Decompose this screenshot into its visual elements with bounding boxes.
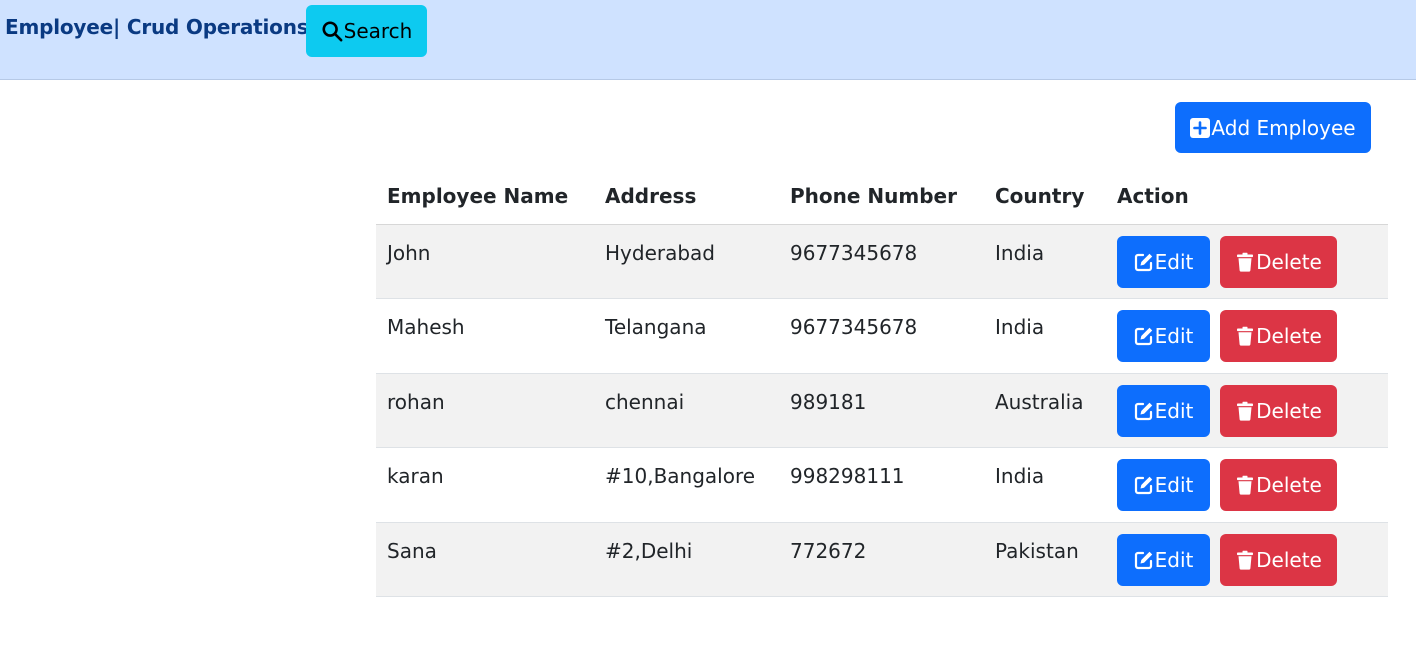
trash-icon <box>1237 252 1254 272</box>
delete-button-label: Delete <box>1256 324 1322 348</box>
cell-employee-name: rohan <box>376 373 594 448</box>
pencil-square-icon <box>1134 327 1152 346</box>
cell-action: Edit Delete <box>1106 373 1388 448</box>
table-row: rohan chennai 989181 Australia Edit Delete <box>376 373 1388 448</box>
cell-country: Pakistan <box>984 522 1106 597</box>
cell-country: India <box>984 224 1106 299</box>
table-body: John Hyderabad 9677345678 India Edit Delete Ma… <box>376 224 1388 597</box>
pencil-square-icon <box>1134 551 1152 569</box>
delete-button[interactable]: Delete <box>1220 235 1337 288</box>
edit-button[interactable]: Edit <box>1117 384 1210 437</box>
edit-button[interactable]: Edit <box>1117 533 1210 586</box>
cell-employee-name: Sana <box>376 522 594 597</box>
cell-action: Edit Delete <box>1106 298 1388 374</box>
cell-employee-name: John <box>376 224 594 299</box>
header-country: Country <box>984 168 1106 225</box>
delete-button[interactable]: Delete <box>1220 533 1337 586</box>
search-button[interactable]: Search <box>306 5 427 57</box>
delete-button[interactable]: Delete <box>1220 310 1337 362</box>
trash-icon <box>1237 401 1254 421</box>
delete-button-label: Delete <box>1256 249 1322 274</box>
cell-address: Hyderabad <box>594 224 779 299</box>
delete-button-label: Delete <box>1256 547 1322 572</box>
delete-button[interactable]: Delete <box>1220 384 1337 437</box>
cell-country: India <box>984 298 1106 374</box>
edit-button-label: Edit <box>1154 249 1194 274</box>
table-row: Sana #2,Delhi 772672 Pakistan Edit Delete <box>376 522 1388 597</box>
pencil-square-icon <box>1134 476 1152 495</box>
cell-phone-number: 998298111 <box>779 447 984 523</box>
cell-address: #2,Delhi <box>594 522 779 597</box>
header-action: Action <box>1106 168 1388 225</box>
cell-action: Edit Delete <box>1106 447 1388 523</box>
cell-employee-name: karan <box>376 447 594 523</box>
cell-action: Edit Delete <box>1106 224 1388 299</box>
header-address: Address <box>594 168 779 225</box>
employee-table: Employee Name Address Phone Number Count… <box>376 168 1388 597</box>
edit-button-label: Edit <box>1154 324 1194 348</box>
cell-address: #10,Bangalore <box>594 447 779 523</box>
trash-icon <box>1237 550 1254 570</box>
edit-button[interactable]: Edit <box>1117 459 1210 511</box>
plus-square-icon <box>1190 117 1211 138</box>
cell-action: Edit Delete <box>1106 522 1388 597</box>
cell-phone-number: 9677345678 <box>779 298 984 374</box>
search-icon <box>322 21 343 42</box>
add-employee-button[interactable]: Add Employee <box>1175 102 1371 153</box>
pencil-square-icon <box>1134 402 1152 420</box>
delete-button-label: Delete <box>1256 398 1322 423</box>
delete-button[interactable]: Delete <box>1220 459 1337 511</box>
edit-button-label: Edit <box>1154 547 1194 572</box>
app-brand[interactable]: Employee| Crud Operations <box>5 15 309 39</box>
navbar: Employee| Crud Operations Search <box>0 0 1416 80</box>
search-button-label: Search <box>343 19 413 43</box>
cell-employee-name: Mahesh <box>376 298 594 374</box>
table-header-row: Employee Name Address Phone Number Count… <box>376 168 1388 225</box>
header-phone-number: Phone Number <box>779 168 984 225</box>
cell-address: chennai <box>594 373 779 448</box>
cell-address: Telangana <box>594 298 779 374</box>
table-row: karan #10,Bangalore 998298111 India Edit Dele… <box>376 447 1388 523</box>
trash-icon <box>1237 326 1254 346</box>
table-row: Mahesh Telangana 9677345678 India Edit Delete <box>376 298 1388 374</box>
table-row: John Hyderabad 9677345678 India Edit Delete <box>376 224 1388 299</box>
delete-button-label: Delete <box>1256 473 1322 497</box>
cell-phone-number: 772672 <box>779 522 984 597</box>
cell-country: Australia <box>984 373 1106 448</box>
edit-button[interactable]: Edit <box>1117 235 1210 288</box>
cell-country: India <box>984 447 1106 523</box>
edit-button-label: Edit <box>1154 473 1194 497</box>
edit-button[interactable]: Edit <box>1117 310 1210 362</box>
cell-phone-number: 9677345678 <box>779 224 984 299</box>
header-employee-name: Employee Name <box>376 168 594 225</box>
pencil-square-icon <box>1134 253 1152 271</box>
cell-phone-number: 989181 <box>779 373 984 448</box>
add-employee-label: Add Employee <box>1211 115 1356 140</box>
edit-button-label: Edit <box>1154 398 1194 423</box>
trash-icon <box>1237 475 1254 495</box>
